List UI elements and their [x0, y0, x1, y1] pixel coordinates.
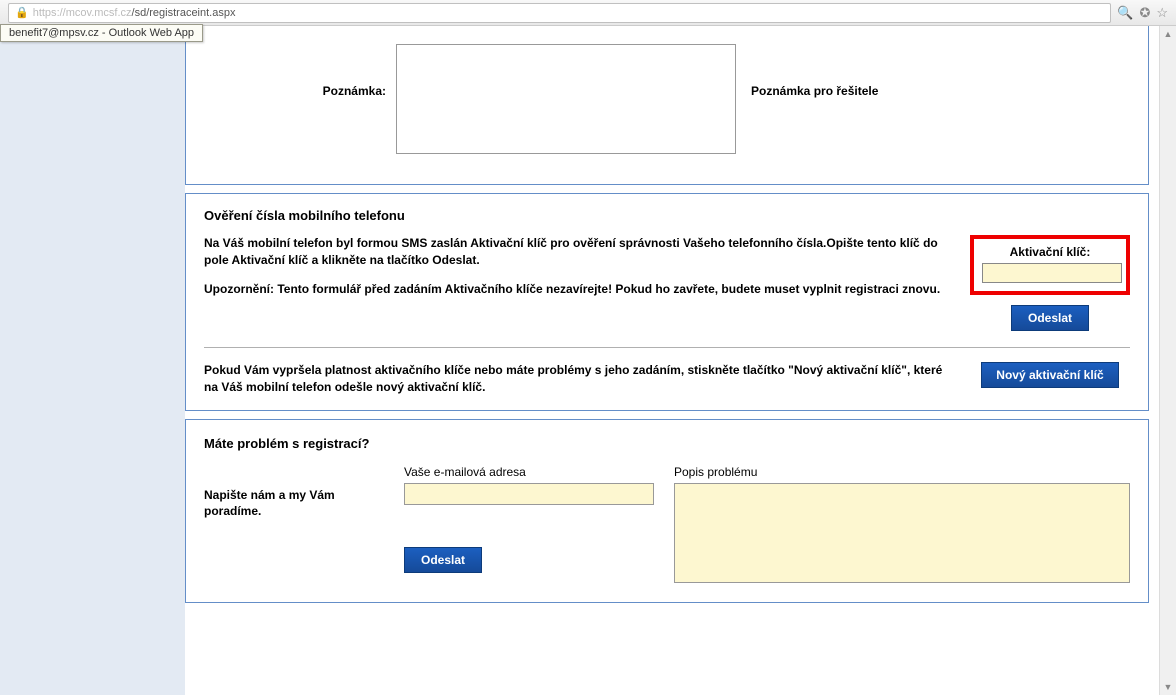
vertical-scrollbar[interactable]: ▲ ▼ — [1159, 26, 1176, 695]
new-activation-key-button[interactable]: Nový aktivační klíč — [981, 362, 1118, 388]
activation-key-highlight-box: Aktivační klíč: — [970, 235, 1130, 295]
browser-address-bar-row: 🔒 https ://mcov.mcsf.cz /sd/registracein… — [0, 0, 1176, 26]
main-content: Poznámka: Poznámka pro řešitele Ověření … — [185, 26, 1159, 695]
note-label-right: Poznámka pro řešitele — [746, 44, 878, 98]
url-host: ://mcov.mcsf.cz — [57, 7, 132, 19]
send-activation-button[interactable]: Odeslat — [1011, 305, 1089, 331]
divider — [204, 347, 1130, 348]
url-bar[interactable]: 🔒 https ://mcov.mcsf.cz /sd/registracein… — [8, 3, 1111, 23]
tab-tooltip: benefit7@mpsv.cz - Outlook Web App — [0, 24, 203, 42]
notes-box: Poznámka: Poznámka pro řešitele — [185, 26, 1149, 185]
phone-verification-box: Ověření čísla mobilního telefonu Na Váš … — [185, 193, 1149, 411]
scroll-up-arrow-icon[interactable]: ▲ — [1160, 26, 1176, 42]
note-label-left: Poznámka: — [196, 44, 386, 98]
verify-instructions: Na Váš mobilní telefon byl formou SMS za… — [204, 235, 955, 331]
new-key-text: Pokud Vám vypršela platnost aktivačního … — [204, 362, 955, 396]
activation-key-label: Aktivační klíč: — [982, 245, 1118, 259]
verify-heading: Ověření čísla mobilního telefonu — [204, 208, 1130, 223]
email-label: Vaše e-mailová adresa — [404, 465, 654, 479]
problem-desc-textarea[interactable] — [674, 483, 1130, 583]
scroll-down-arrow-icon[interactable]: ▼ — [1160, 679, 1176, 695]
note-textarea[interactable] — [396, 44, 736, 154]
verify-para2: Upozornění: Tento formulář před zadáním … — [204, 281, 955, 298]
activation-key-input[interactable] — [982, 263, 1122, 283]
problem-desc-label: Popis problému — [674, 465, 1130, 479]
registration-problem-box: Máte problém s registrací? Napište nám a… — [185, 419, 1149, 603]
left-sidebar-gutter — [0, 26, 185, 695]
problem-help-text: Napište nám a my Vám poradíme. — [204, 465, 384, 521]
verify-para1: Na Váš mobilní telefon byl formou SMS za… — [204, 235, 955, 269]
zoom-icon[interactable]: 🔍 — [1117, 5, 1133, 21]
scroll-track[interactable] — [1160, 42, 1176, 679]
browser-right-icons: 🔍 ✪ ☆ — [1117, 5, 1168, 21]
bookmark-icon[interactable]: ✪ — [1139, 5, 1150, 21]
email-input[interactable] — [404, 483, 654, 505]
lock-icon: 🔒 — [15, 6, 29, 19]
url-path: /sd/registraceint.aspx — [132, 7, 236, 19]
favorite-icon[interactable]: ☆ — [1156, 5, 1168, 21]
send-problem-button[interactable]: Odeslat — [404, 547, 482, 573]
url-scheme: https — [33, 7, 57, 19]
problem-heading: Máte problém s registrací? — [204, 436, 1130, 451]
